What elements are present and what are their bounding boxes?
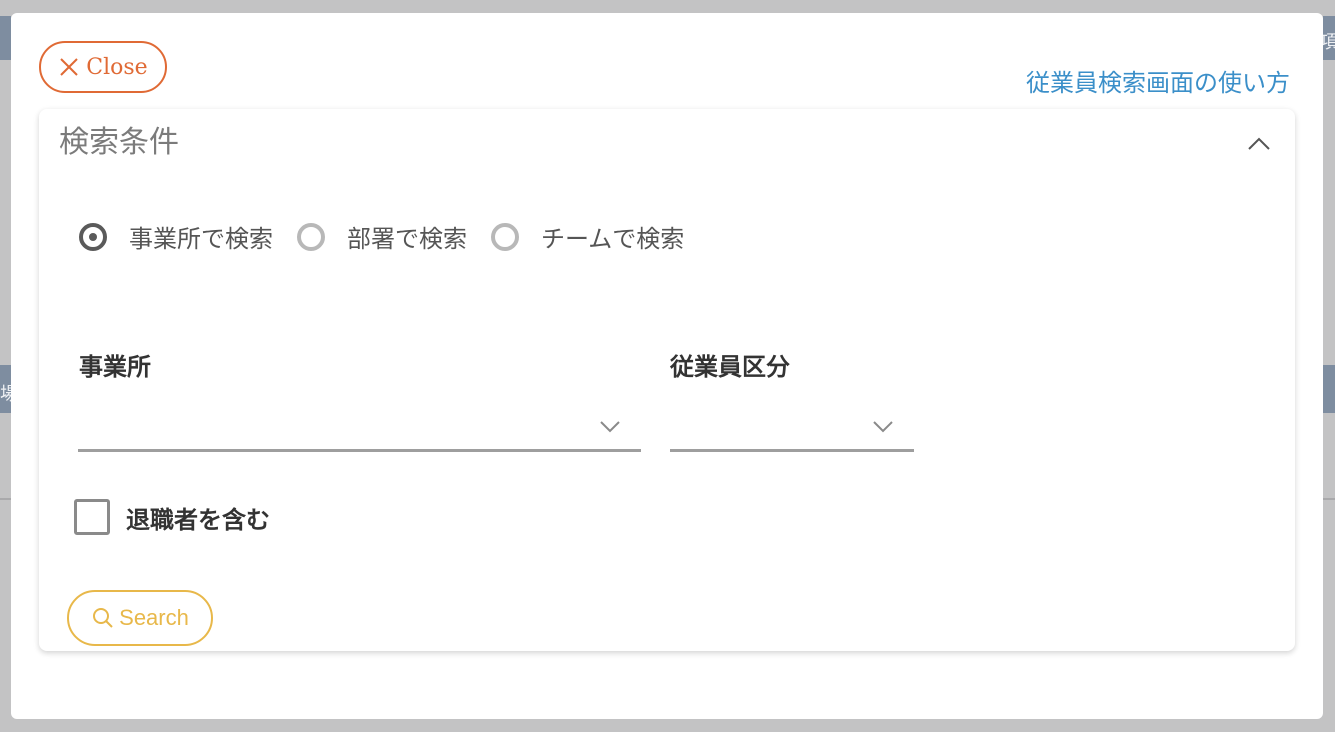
radio-button-checked[interactable] (79, 222, 107, 251)
close-label: Close (86, 54, 148, 80)
background-header-strip (0, 16, 11, 60)
employee-type-field-label: 従業員区分 (670, 352, 790, 381)
background-divider (1323, 498, 1335, 500)
include-retired-label: 退職者を含む (126, 504, 270, 534)
employee-search-modal: Close 従業員検索画面の使い方 検索条件 事業所で検索 部署で検索 チームで… (11, 13, 1323, 719)
search-button[interactable]: Search (67, 590, 213, 646)
close-icon (60, 58, 78, 76)
background-section-strip (1323, 365, 1335, 413)
search-mode-radio-group: 事業所で検索 部署で検索 チームで検索 (79, 219, 708, 254)
radio-label: 事業所で検索 (129, 225, 273, 253)
radio-button[interactable] (491, 222, 519, 251)
radio-search-by-department[interactable]: 部署で検索 (297, 219, 467, 254)
panel-title: 検索条件 (59, 125, 179, 160)
search-conditions-panel: 検索条件 事業所で検索 部署で検索 チームで検索 事業所 従業員区分 退職者を含… (39, 109, 1295, 651)
radio-label: チームで検索 (541, 225, 685, 253)
chevron-down-icon (873, 421, 893, 433)
close-button[interactable]: Close (39, 41, 167, 93)
include-retired-checkbox-row[interactable]: 退職者を含む (74, 499, 270, 535)
office-field-label: 事業所 (79, 352, 151, 381)
radio-search-by-office[interactable]: 事業所で検索 (79, 219, 273, 254)
search-label: Search (119, 605, 189, 630)
chevron-down-icon (600, 421, 620, 433)
background-divider (0, 498, 11, 500)
include-retired-checkbox[interactable] (74, 499, 110, 535)
chevron-up-icon[interactable] (1245, 133, 1273, 153)
office-select[interactable] (78, 405, 641, 452)
help-link[interactable]: 従業員検索画面の使い方 (1026, 63, 1290, 98)
radio-search-by-team[interactable]: チームで検索 (491, 219, 684, 254)
search-icon (93, 608, 113, 628)
radio-button[interactable] (297, 222, 325, 251)
radio-label: 部署で検索 (347, 225, 467, 253)
employee-type-select[interactable] (670, 405, 914, 452)
